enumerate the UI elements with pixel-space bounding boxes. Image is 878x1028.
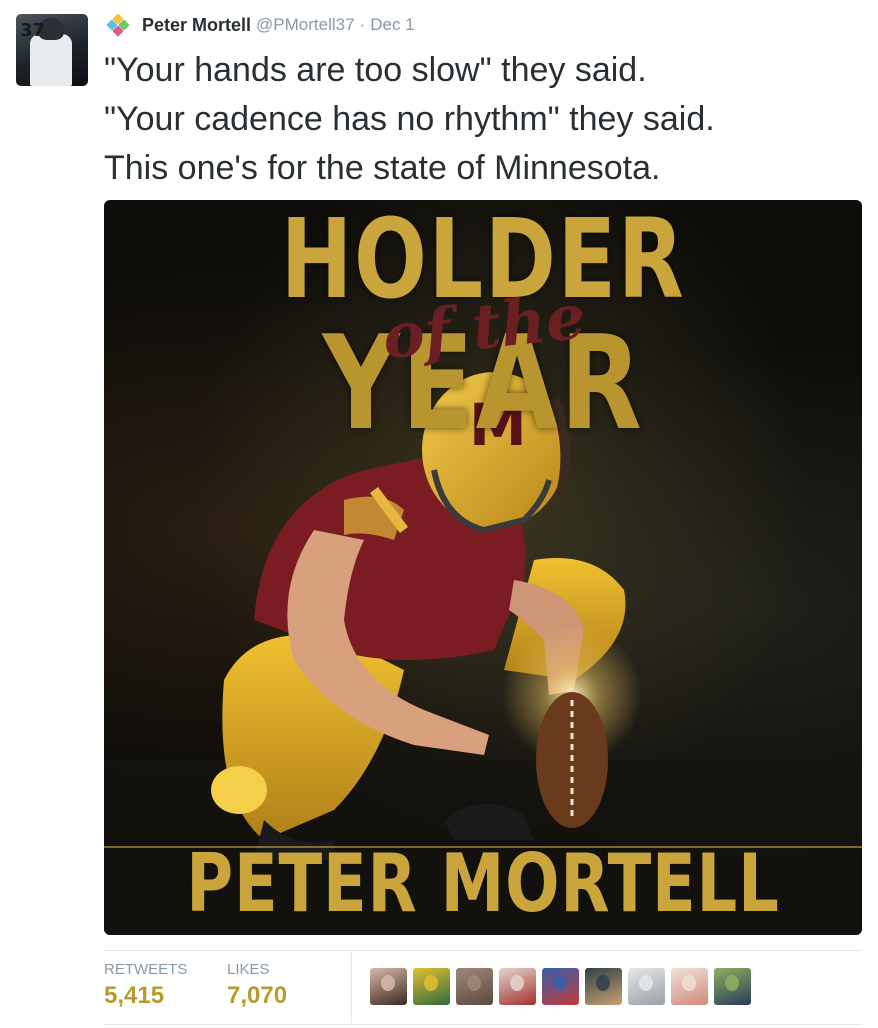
likes-count: 7,070 [227, 982, 288, 1009]
retweets-label: RETWEETS [104, 961, 188, 978]
tweet-line: "Your cadence has no rhythm" they said. [104, 100, 715, 138]
liker-avatar-3[interactable] [456, 968, 493, 1005]
likes-label: LIKES [227, 961, 270, 978]
liker-avatars [370, 968, 751, 1005]
header-separator: · [359, 15, 366, 34]
author-avatar[interactable]: 37 [16, 14, 88, 86]
app-source-icon [106, 13, 130, 37]
tweet-date[interactable]: Dec 1 [370, 15, 414, 35]
tweet-line: This one's for the state of Minnesota. [104, 149, 661, 187]
tweet-media-image[interactable]: M HOLDER YEAR of the PETER MORTELL [104, 200, 862, 935]
liker-avatar-5[interactable] [542, 968, 579, 1005]
jersey-number-graphic: 37 [20, 20, 46, 41]
jersey-shape [30, 34, 72, 86]
likes-stat[interactable]: LIKES 7,070 [227, 961, 287, 1010]
liker-avatar-1[interactable] [370, 968, 407, 1005]
retweets-count: 5,415 [104, 982, 165, 1009]
liker-avatar-6[interactable] [585, 968, 622, 1005]
tweet-header: Peter Mortell @PMortell37 · Dec 1 [106, 12, 415, 38]
poster-player-name: PETER MORTELL [186, 837, 780, 930]
liker-avatar-2[interactable] [413, 968, 450, 1005]
stats-vertical-divider [351, 951, 352, 1023]
liker-avatar-7[interactable] [628, 968, 665, 1005]
liker-avatar-8[interactable] [671, 968, 708, 1005]
stats-bottom-divider [104, 1024, 862, 1025]
author-display-name[interactable]: Peter Mortell [142, 15, 251, 36]
retweets-stat[interactable]: RETWEETS 5,415 [104, 961, 187, 1010]
stats-top-divider [104, 950, 862, 951]
author-handle[interactable]: @PMortell37 [256, 15, 355, 35]
liker-avatar-9[interactable] [714, 968, 751, 1005]
tweet-line: "Your hands are too slow" they said. [104, 51, 647, 89]
liker-avatar-4[interactable] [499, 968, 536, 1005]
tweet-text: "Your hands are too slow" they said. "Yo… [104, 46, 864, 193]
